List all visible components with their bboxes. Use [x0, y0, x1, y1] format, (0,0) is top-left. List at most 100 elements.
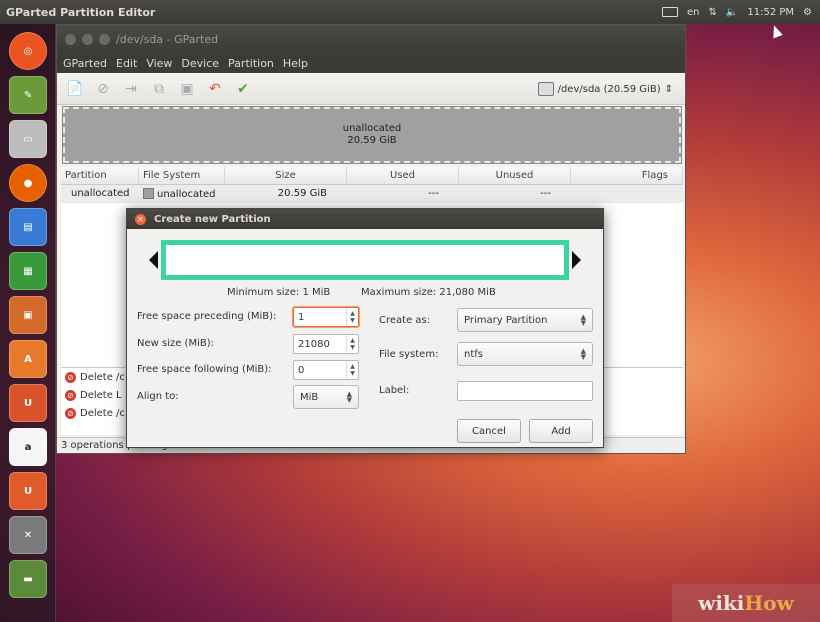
operation-label: Delete L: [80, 389, 122, 401]
settings-gear-icon[interactable]: ⚙: [803, 7, 812, 18]
calc-icon[interactable]: ▦: [9, 252, 47, 290]
undo-icon[interactable]: ↶: [207, 81, 223, 97]
maximize-window-icon[interactable]: [99, 33, 110, 45]
apply-icon[interactable]: ✔: [235, 81, 251, 97]
ubuntu-one-icon[interactable]: U: [9, 384, 47, 422]
resize-slider[interactable]: [147, 240, 583, 282]
close-icon[interactable]: ✕: [135, 213, 146, 225]
label-input[interactable]: [457, 381, 593, 401]
delete-op-icon: ⊘: [65, 389, 76, 401]
delete-op-icon: ⊘: [65, 407, 76, 419]
chevron-updown-icon: ▲ ▼: [580, 313, 586, 327]
free-preceding-value: 1: [298, 311, 305, 323]
cell-filesystem: unallocated: [139, 185, 225, 203]
toolbar: 📄 ⊘ ⇥ ⧉ ▣ ↶ ✔ /dev/sda (20.59 GiB) ⇕: [57, 73, 685, 105]
app-icon[interactable]: ✎: [9, 76, 47, 114]
file-system-label: File system:: [379, 349, 439, 360]
device-selector[interactable]: /dev/sda (20.59 GiB) ⇕: [532, 77, 679, 101]
operation-label: Delete /c: [80, 371, 125, 383]
chevron-updown-icon: ⇕: [664, 83, 673, 95]
free-preceding-spinner[interactable]: 1 ▲ ▼: [293, 307, 359, 327]
free-following-value: 0: [298, 364, 305, 376]
cell-flags: [571, 185, 683, 203]
menu-device[interactable]: Device: [181, 57, 219, 70]
copy-icon[interactable]: ⧉: [151, 81, 167, 97]
partition-size-bar[interactable]: [161, 240, 569, 280]
spin-arrows-icon[interactable]: ▲ ▼: [346, 308, 358, 326]
delete-icon[interactable]: ⊘: [95, 81, 111, 97]
column-flags[interactable]: Flags: [571, 167, 683, 184]
operation-label: Delete /c: [80, 407, 125, 419]
new-partition-icon[interactable]: 📄: [66, 81, 83, 97]
resize-icon[interactable]: ⇥: [123, 81, 139, 97]
keyboard-layout[interactable]: en: [687, 7, 700, 18]
chevron-updown-icon: ▲ ▼: [346, 390, 352, 404]
dialog-titlebar[interactable]: ✕ Create new Partition: [127, 209, 603, 229]
left-handle-icon[interactable]: [149, 251, 158, 269]
cell-filesystem-label: unallocated: [157, 189, 216, 200]
files-icon[interactable]: ▭: [9, 120, 47, 158]
label-field-label: Label:: [379, 385, 410, 396]
cell-size: 20.59 GiB: [277, 188, 327, 199]
menu-view[interactable]: View: [146, 57, 172, 70]
right-handle-icon[interactable]: [572, 251, 581, 269]
menubar: GParted Edit View Device Partition Help: [57, 53, 685, 73]
clock[interactable]: 11:52 PM: [747, 7, 794, 18]
menu-partition[interactable]: Partition: [228, 57, 274, 70]
column-unused[interactable]: Unused: [459, 167, 571, 184]
spin-arrows-icon[interactable]: ▲ ▼: [346, 335, 358, 353]
column-partition[interactable]: Partition: [61, 167, 139, 184]
align-to-combo[interactable]: MiB ▲ ▼: [293, 385, 359, 409]
system-settings-icon[interactable]: ✕: [9, 516, 47, 554]
gparted-icon[interactable]: ▬: [9, 560, 47, 598]
watermark-wiki: wiki: [698, 591, 745, 615]
menu-edit[interactable]: Edit: [116, 57, 137, 70]
window-title: /dev/sda - GParted: [116, 32, 219, 46]
keyboard-icon[interactable]: [662, 7, 679, 17]
indicator-area: en ⇅ 🔈 11:52 PM ⚙: [662, 0, 812, 24]
column-size[interactable]: Size: [225, 167, 347, 184]
cell-used: ---: [428, 188, 439, 199]
file-system-combo[interactable]: ntfs ▲ ▼: [457, 342, 593, 366]
add-button[interactable]: Add: [529, 419, 593, 443]
dialog-title: Create new Partition: [154, 213, 271, 225]
column-used[interactable]: Used: [347, 167, 459, 184]
cell-unused: ---: [540, 188, 551, 199]
window-titlebar[interactable]: /dev/sda - GParted: [57, 25, 685, 53]
firefox-icon[interactable]: ●: [9, 164, 47, 202]
table-row[interactable]: unallocated unallocated 20.59 GiB --- --…: [61, 185, 683, 203]
menu-help[interactable]: Help: [283, 57, 308, 70]
amazon-icon[interactable]: a: [9, 428, 47, 466]
volume-icon[interactable]: 🔈: [726, 7, 738, 18]
free-preceding-label: Free space preceding (MiB):: [137, 311, 277, 322]
chevron-updown-icon: ▲ ▼: [580, 347, 586, 361]
disk-graphic[interactable]: unallocated 20.59 GiB: [62, 106, 682, 164]
close-window-icon[interactable]: [65, 33, 76, 45]
spin-arrows-icon[interactable]: ▲ ▼: [346, 361, 358, 379]
align-to-value: MiB: [300, 391, 319, 403]
network-icon[interactable]: ⇅: [709, 7, 717, 18]
menu-gparted[interactable]: GParted: [63, 57, 107, 70]
create-as-combo[interactable]: Primary Partition ▲ ▼: [457, 308, 593, 332]
align-to-label: Align to:: [137, 391, 179, 402]
top-panel: GParted Partition Editor en ⇅ 🔈 11:52 PM…: [0, 0, 820, 24]
paste-icon[interactable]: ▣: [179, 81, 195, 97]
filesystem-swatch: [143, 188, 154, 199]
free-following-spinner[interactable]: 0 ▲ ▼: [293, 360, 359, 380]
column-filesystem[interactable]: File System: [139, 167, 225, 184]
software-center-icon[interactable]: A: [9, 340, 47, 378]
cancel-button[interactable]: Cancel: [457, 419, 521, 443]
new-size-label: New size (MiB):: [137, 338, 214, 349]
ubuntu-one-icon[interactable]: U: [9, 472, 47, 510]
minimize-window-icon[interactable]: [82, 33, 93, 45]
impress-icon[interactable]: ▣: [9, 296, 47, 334]
create-partition-dialog: ✕ Create new Partition Minimum size: 1 M…: [126, 208, 604, 448]
dash-home-icon[interactable]: ◎: [9, 32, 47, 70]
file-system-value: ntfs: [464, 348, 483, 360]
writer-icon[interactable]: ▤: [9, 208, 47, 246]
launcher: ◎ ✎ ▭ ● ▤ ▦ ▣ A U a U ✕ ▬: [0, 24, 56, 622]
min-size-label: Minimum size: 1 MiB: [227, 287, 331, 298]
new-size-spinner[interactable]: 21080 ▲ ▼: [293, 334, 359, 354]
wikihow-watermark: wiki How: [672, 584, 820, 622]
device-label: /dev/sda (20.59 GiB): [557, 83, 661, 95]
